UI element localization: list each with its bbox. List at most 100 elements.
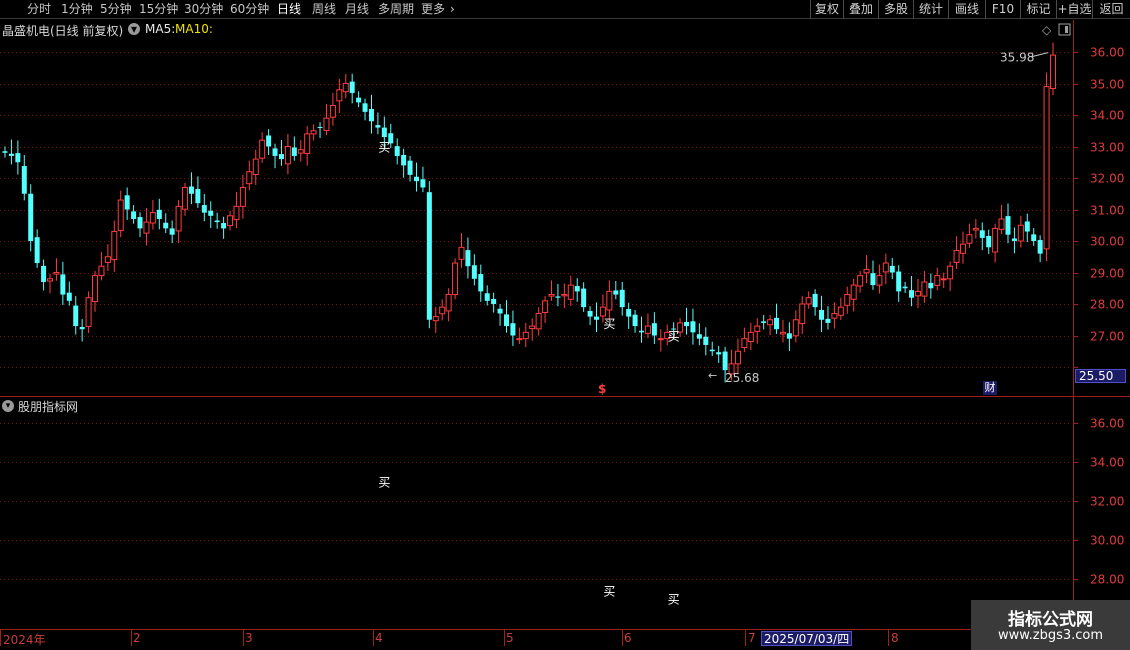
candle-body-up: [439, 306, 446, 315]
chevron-down-icon[interactable]: ▾: [2, 400, 14, 412]
candle-body-up: [599, 306, 606, 317]
candle-body-down: [651, 323, 657, 336]
candle-body-up: [606, 290, 613, 311]
candle-body-down: [221, 223, 227, 229]
candle-body-down: [587, 310, 593, 317]
candle-body-up: [882, 262, 889, 273]
price-tick-label: 33.00: [1090, 141, 1124, 155]
candle-body-up: [747, 331, 754, 342]
candle-body-down: [401, 155, 407, 166]
buy-signal-label: 买: [378, 476, 390, 490]
buy-signal-label: 买: [378, 141, 390, 155]
candle-body-up: [239, 186, 246, 207]
date-tick: [504, 630, 505, 646]
price-chart[interactable]: 36.00 35.00 34.00 33.00 32.00 31.00 30.00 29.00…: [0, 0, 1130, 650]
candle-body-down: [2, 151, 8, 153]
candle-body-down: [491, 298, 497, 304]
candle-body-down: [381, 127, 387, 138]
indicator-name: 股朋指标网: [18, 400, 79, 414]
date-tick: [243, 630, 244, 646]
candle-body-down: [613, 290, 619, 295]
candle-body-up: [799, 303, 806, 325]
candle-body-down: [632, 314, 638, 327]
candle-body-down: [716, 352, 722, 355]
finance-marker[interactable]: 财: [983, 381, 997, 395]
candle-body-up: [175, 205, 182, 232]
candle-body-down: [979, 230, 985, 238]
date-tick: [0, 630, 1, 646]
candle-body-down: [896, 271, 902, 292]
candle-body-up: [863, 268, 870, 274]
candle-body-up: [47, 278, 54, 282]
candle-body-down: [690, 321, 696, 333]
candle-body-down: [131, 211, 137, 219]
date-tick: [888, 630, 889, 646]
candle-body-down: [761, 321, 767, 323]
candle-body-down: [819, 309, 825, 320]
buy-signal-label: 买: [603, 317, 615, 331]
candle-body-down: [266, 135, 272, 147]
candle-body-up: [117, 199, 124, 232]
candle-body-up: [452, 262, 459, 296]
candle-body-up: [542, 300, 549, 314]
candle-body-down: [786, 333, 792, 339]
candle-body-up: [310, 130, 317, 135]
candle-body-down: [581, 288, 587, 308]
price-tick-label: 27.00: [1090, 330, 1124, 344]
candle-body-down: [709, 349, 715, 352]
price-tick-label: 28.00: [1090, 298, 1124, 312]
candle-body-down: [413, 176, 419, 182]
price-tick-label: 32.00: [1090, 172, 1124, 186]
candle-body-down: [188, 186, 194, 194]
candle-body-up: [754, 325, 761, 332]
price-tick-label: 30.00: [1090, 235, 1124, 249]
high-pointer: [1031, 52, 1049, 58]
candle-body-up: [914, 290, 921, 297]
candle-body-down: [497, 308, 503, 314]
candle-body-up: [1050, 54, 1056, 90]
candle-body-down: [214, 220, 220, 223]
candle-body-down: [156, 209, 162, 219]
sub-tick-label: 32.00: [1090, 495, 1124, 509]
candle-body-up: [831, 312, 838, 319]
candle-body-down: [812, 293, 818, 308]
candle-body-up: [53, 272, 60, 275]
candle-body-up: [342, 83, 349, 93]
candle-body-down: [426, 192, 432, 320]
candle-body-down: [73, 305, 79, 327]
candle-body-down: [703, 336, 709, 345]
candle-body-up: [304, 133, 311, 154]
low-pointer-arrow: ←: [708, 369, 717, 382]
watermark-title: 指标公式网: [1008, 610, 1093, 630]
candle-body-up: [284, 146, 291, 165]
sub-tick-label: 34.00: [1090, 456, 1124, 470]
date-axis: 2024年 2 3 4 5 6 7 8: [0, 630, 1130, 650]
sub-tick-label: 30.00: [1090, 534, 1124, 548]
candle-body-up: [779, 331, 786, 335]
price-tick-label: 34.00: [1090, 109, 1124, 123]
date-tick: [622, 630, 623, 646]
candle-body-down: [278, 154, 284, 160]
candle-body-up: [857, 275, 864, 287]
candle-body-down: [208, 210, 214, 216]
candle-body-up: [561, 294, 568, 297]
high-price-label: 35.98: [1000, 51, 1034, 65]
candle-body-up: [233, 205, 240, 221]
candle-body-up: [259, 139, 266, 159]
buy-signal-label: 买: [603, 585, 615, 599]
candle-body-down: [41, 265, 47, 282]
date-tick-label-6: 7: [748, 631, 756, 645]
candle-body-up: [844, 294, 851, 306]
price-tick-label: 31.00: [1090, 204, 1124, 218]
candle-body-up: [741, 338, 748, 348]
candle-body-down: [169, 228, 175, 235]
buy-signal-label: 买: [668, 330, 680, 344]
candle-body-up: [92, 275, 99, 302]
candle-body-down: [349, 81, 355, 93]
candle-body-up: [529, 325, 536, 330]
candle-body-down: [124, 195, 130, 210]
dividend-marker[interactable]: $: [598, 382, 606, 396]
date-tick: [131, 630, 132, 646]
candle-body-down: [362, 103, 368, 112]
candle-body-down: [201, 205, 207, 213]
